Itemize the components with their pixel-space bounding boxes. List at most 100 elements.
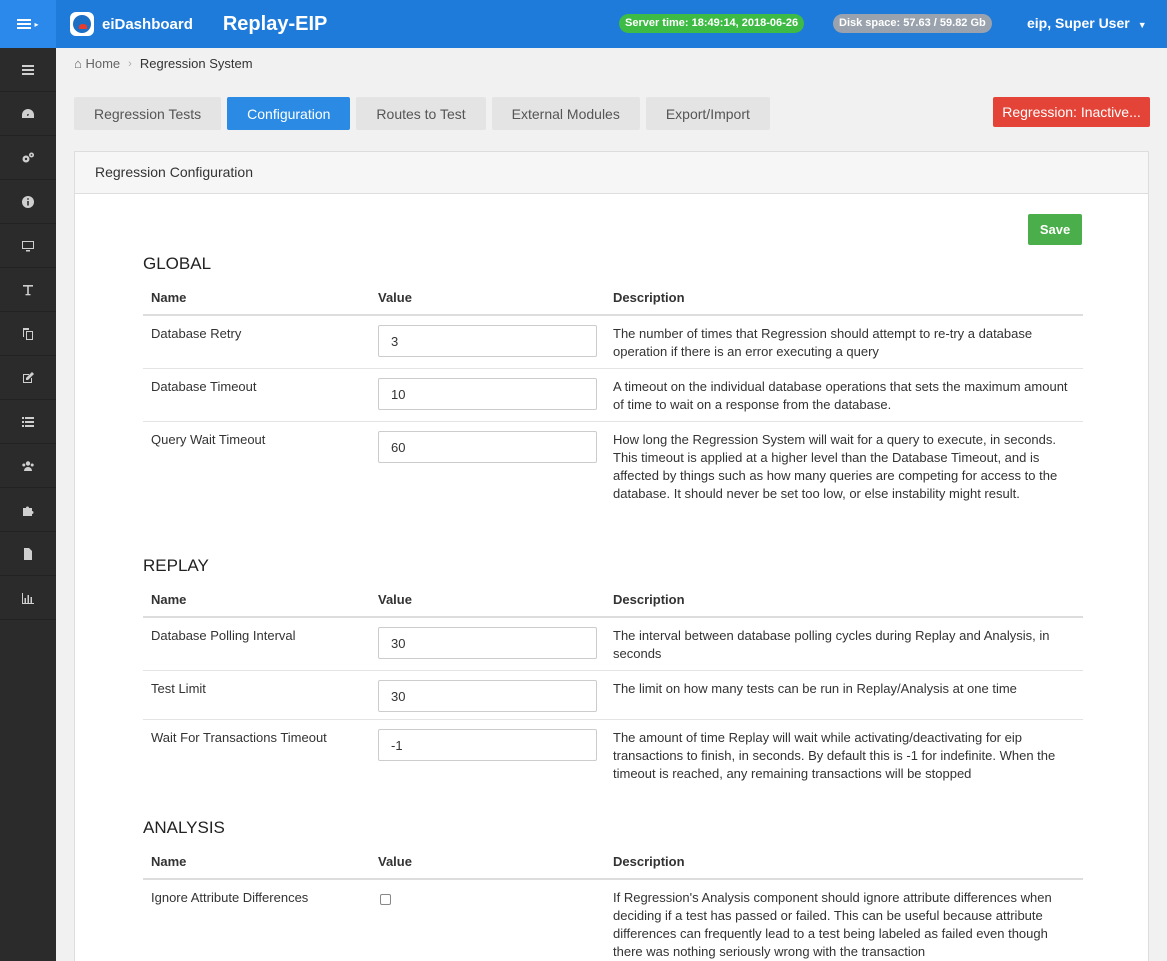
tab-routes-to-test[interactable]: Routes to Test: [356, 97, 486, 130]
global-section: GLOBAL Name Value Description Database R…: [143, 254, 1083, 529]
tab-regression-tests[interactable]: Regression Tests: [74, 97, 222, 130]
hamburger-icon: [17, 17, 32, 31]
setting-name: Database Polling Interval: [151, 628, 296, 643]
regression-config-panel: Regression Configuration Save GLOBAL Nam…: [74, 151, 1149, 961]
tab-export-import[interactable]: Export/Import: [645, 97, 770, 130]
save-button[interactable]: Save: [1028, 214, 1082, 245]
sidebar-item-modules[interactable]: [0, 488, 56, 532]
polling-interval-input[interactable]: [378, 627, 597, 659]
sidebar: [0, 48, 56, 961]
sidebar-item-copy[interactable]: [0, 312, 56, 356]
test-limit-input[interactable]: [378, 680, 597, 712]
sidebar-item-list[interactable]: [0, 400, 56, 444]
sidebar-item-server[interactable]: [0, 48, 56, 92]
user-name: eip, Super User: [1027, 15, 1130, 31]
table-row: Test Limit The limit on how many tests c…: [143, 671, 1083, 720]
wait-for-transactions-timeout-input[interactable]: [378, 729, 597, 761]
brand-name: eiDashboard: [102, 15, 193, 33]
sidebar-item-info[interactable]: [0, 180, 56, 224]
tab-configuration[interactable]: Configuration: [227, 97, 351, 130]
monitor-icon: [22, 240, 34, 251]
sidebar-item-users[interactable]: [0, 444, 56, 488]
eidashboard-logo-icon: [70, 12, 94, 36]
setting-description: The number of times that Regression shou…: [613, 326, 1033, 359]
text-icon: [23, 284, 33, 295]
breadcrumb: ⌂ Home › Regression System: [74, 56, 253, 71]
setting-name: Database Timeout: [151, 379, 257, 394]
bar-chart-icon: [22, 592, 34, 604]
main-content: ⌂ Home › Regression System Regression Te…: [56, 48, 1167, 961]
col-name-header: Name: [151, 289, 187, 305]
breadcrumb-home[interactable]: ⌂ Home: [74, 56, 120, 71]
table-header: Name Value Description: [143, 844, 1083, 880]
copy-icon: [23, 327, 33, 340]
table-row: Database Polling Interval The interval b…: [143, 618, 1083, 671]
col-name-header: Name: [151, 853, 187, 869]
section-title: REPLAY: [143, 556, 209, 575]
col-description-header: Description: [613, 853, 685, 869]
setting-name: Ignore Attribute Differences: [151, 890, 309, 905]
breadcrumb-home-label: Home: [85, 56, 121, 71]
setting-description: The interval between database polling cy…: [613, 628, 1050, 661]
setting-name: Database Retry: [151, 326, 242, 341]
edit-icon: [23, 371, 34, 383]
caret-down-icon: ▼: [1137, 20, 1147, 30]
sidebar-item-text[interactable]: [0, 268, 56, 312]
sidebar-item-dashboard[interactable]: [0, 92, 56, 136]
col-value-header: Value: [378, 289, 412, 305]
breadcrumb-current: Regression System: [139, 56, 253, 71]
top-bar: ▸ eiDashboard Replay-EIP Server time: 18…: [0, 0, 1167, 48]
col-description-header: Description: [613, 591, 685, 607]
section-title: GLOBAL: [143, 254, 212, 273]
setting-description: If Regression's Analysis component shoul…: [613, 890, 1052, 959]
query-wait-timeout-input[interactable]: [378, 431, 597, 463]
database-retry-input[interactable]: [378, 325, 597, 357]
tab-bar: Regression Tests Configuration Routes to…: [74, 97, 776, 130]
col-name-header: Name: [151, 591, 187, 607]
dashboard-icon: [22, 108, 34, 118]
app-title: Replay-EIP: [222, 12, 328, 35]
menu-toggle-button[interactable]: ▸: [0, 0, 56, 48]
setting-description: How long the Regression System will wait…: [613, 432, 1058, 501]
col-value-header: Value: [378, 853, 412, 869]
setting-description: The limit on how many tests can be run i…: [613, 681, 1017, 696]
sidebar-item-reports[interactable]: [0, 576, 56, 620]
table-row: Query Wait Timeout How long the Regressi…: [143, 422, 1083, 529]
user-menu[interactable]: eip, Super User ▼: [1027, 15, 1147, 31]
brand[interactable]: eiDashboard: [70, 12, 193, 36]
server-icon: [22, 64, 34, 75]
col-value-header: Value: [378, 591, 412, 607]
setting-name: Query Wait Timeout: [151, 432, 266, 447]
regression-status-button[interactable]: Regression: Inactive...: [993, 97, 1150, 127]
cogs-icon: [22, 152, 34, 162]
disk-space-badge: Disk space: 57.63 / 59.82 Gb: [833, 14, 992, 33]
table-row: Ignore Attribute Differences If Regressi…: [143, 880, 1083, 961]
sidebar-item-edit[interactable]: [0, 356, 56, 400]
server-time-badge: Server time: 18:49:14, 2018-06-26: [619, 14, 805, 33]
tab-external-modules[interactable]: External Modules: [491, 97, 640, 130]
puzzle-icon: [23, 506, 34, 516]
ignore-attribute-differences-checkbox[interactable]: [380, 894, 391, 905]
replay-section: REPLAY Name Value Description Database P…: [143, 556, 1083, 792]
table-header: Name Value Description: [143, 582, 1083, 618]
setting-description: The amount of time Replay will wait whil…: [613, 730, 1056, 781]
chevron-right-icon: ›: [128, 57, 132, 70]
users-icon: [22, 460, 34, 471]
sidebar-item-file[interactable]: [0, 532, 56, 576]
sidebar-item-monitor[interactable]: [0, 224, 56, 268]
home-icon: ⌂: [74, 56, 82, 71]
table-row: Database Retry The number of times that …: [143, 316, 1083, 369]
sidebar-item-settings[interactable]: [0, 136, 56, 180]
info-icon: [22, 195, 34, 208]
section-title: ANALYSIS: [143, 818, 225, 837]
setting-name: Wait For Transactions Timeout: [151, 730, 327, 745]
setting-name: Test Limit: [151, 681, 206, 696]
panel-title: Regression Configuration: [75, 152, 1148, 194]
setting-description: A timeout on the individual database ope…: [613, 379, 1068, 412]
table-row: Wait For Transactions Timeout The amount…: [143, 720, 1083, 792]
analysis-section: ANALYSIS Name Value Description Ignore A…: [143, 818, 1083, 961]
database-timeout-input[interactable]: [378, 378, 597, 410]
col-description-header: Description: [613, 289, 685, 305]
list-icon: [22, 416, 34, 427]
file-icon: [24, 547, 32, 560]
